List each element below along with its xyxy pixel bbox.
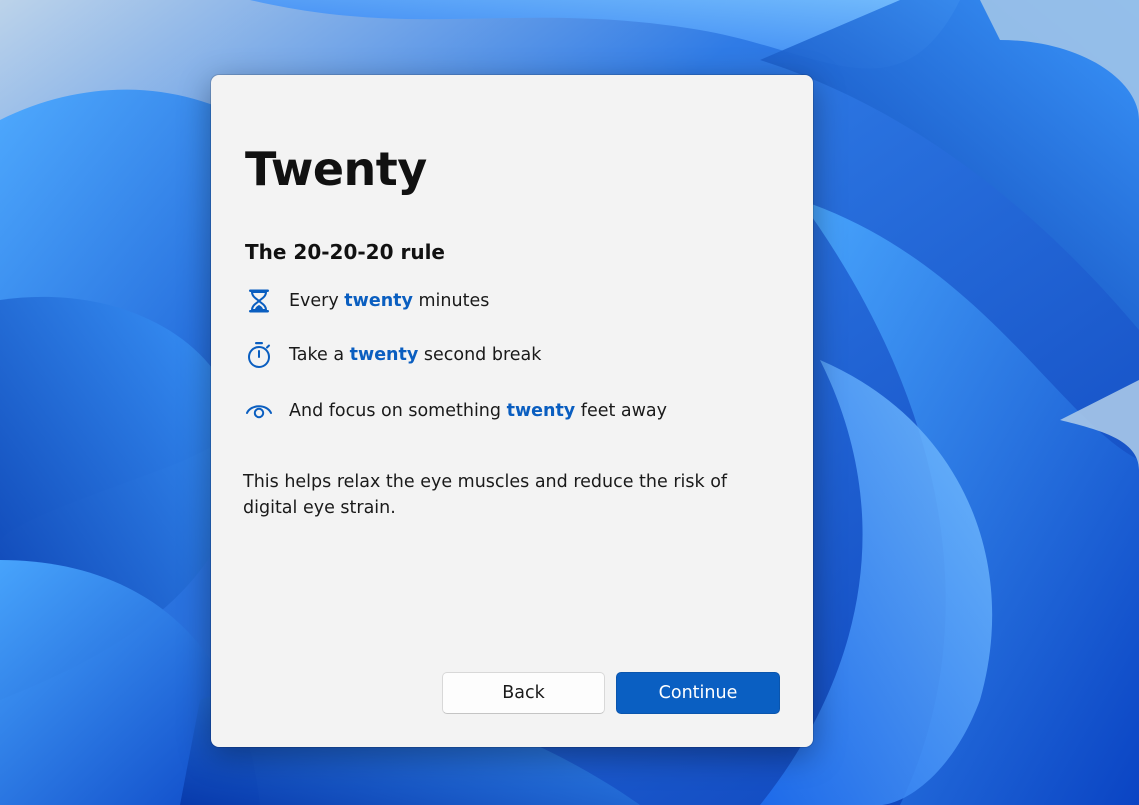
rule-text-after: feet away [575,401,668,421]
rule-highlight: twenty [506,401,576,421]
rule-text-after: minutes [412,291,490,311]
hourglass-icon [245,287,273,315]
back-button[interactable]: Back [442,672,605,714]
explanation-text: This helps relax the eye muscles and red… [243,472,728,518]
rule-item-twenty-feet-away: And focus on something twenty feet away [245,395,667,427]
rule-text-before: Every [289,291,345,311]
rule-highlight: twenty [349,345,419,365]
rule-highlight: twenty [344,291,413,311]
rule-item-every-twenty-minutes: Every twenty minutes [245,285,489,317]
twenty-dialog: Twenty The 20-20-20 rule Every twenty mi… [211,75,813,747]
stopwatch-icon [245,341,273,369]
rule-text-after: second break [418,345,542,365]
rule-item-twenty-second-break: Take a twenty second break [245,339,541,371]
rule-text-before: And focus on something [289,401,507,421]
rule-text-before: Take a [289,345,350,365]
continue-button[interactable]: Continue [616,672,780,714]
dialog-title: Twenty [245,142,427,196]
dialog-subtitle: The 20-20-20 rule [245,240,445,264]
eye-icon [245,397,273,425]
